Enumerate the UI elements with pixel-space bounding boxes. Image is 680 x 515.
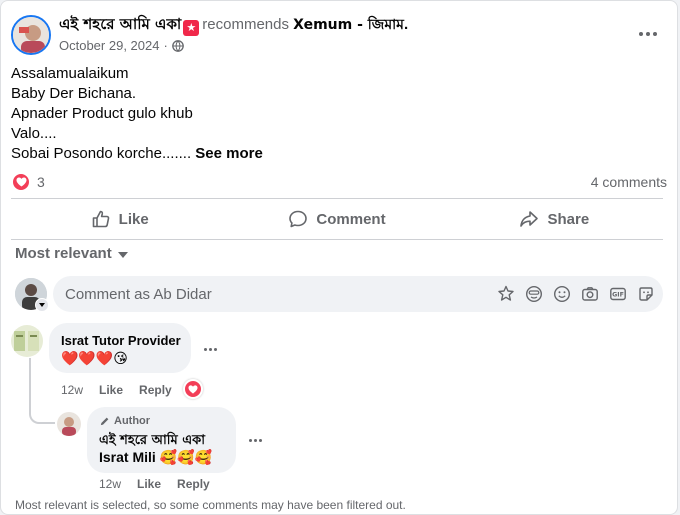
reply-time[interactable]: 12w (99, 477, 121, 491)
globe-icon[interactable] (171, 39, 184, 52)
smiley-icon[interactable] (552, 284, 571, 303)
reply-bubble: Author এই শহরে আমি একা Israt Mili 🥰🥰🥰 (87, 407, 236, 473)
comment-reply-button[interactable]: Reply (139, 383, 172, 397)
comment-bubble-icon (289, 210, 308, 228)
post-text-last-line: Sobai Posondo korche....... See more (11, 144, 263, 164)
love-reaction-icon[interactable] (11, 172, 31, 192)
reply-thread-line (29, 358, 55, 424)
divider (11, 198, 663, 199)
post-text-line: Valo.... (11, 125, 57, 142)
share-button-label: Share (547, 210, 590, 228)
reply-reply-button[interactable]: Reply (177, 477, 210, 491)
comment-button[interactable]: Comment (228, 200, 445, 238)
comment-bubble: Israt Tutor Provider ❤️❤️❤️😘 (49, 323, 191, 373)
comment-sort-dropdown[interactable]: Most relevant (15, 245, 128, 262)
comment-composer: GIF (53, 276, 663, 312)
thumbs-up-icon (92, 210, 109, 228)
post-text-line: Apnader Product gulo khub (11, 105, 193, 122)
reply-author-avatar[interactable] (57, 412, 81, 436)
comment-input[interactable] (65, 276, 485, 312)
filter-notice: Most relevant is selected, so some comme… (15, 498, 406, 512)
author-avatar[interactable] (11, 15, 51, 55)
meta-separator: · (163, 38, 168, 53)
recommended-page-name[interactable]: Xemum - জিমাম (293, 17, 404, 33)
reaction-count[interactable]: 3 (37, 174, 45, 190)
post-card: এই শহরে আমি একা ★ recommends Xemum - জিমাম… (0, 0, 678, 515)
camera-icon[interactable] (580, 284, 599, 303)
svg-text:GIF: GIF (612, 291, 624, 298)
comment-text: ❤️❤️❤️😘 (61, 350, 128, 366)
post-text-line: Sobai Posondo korche....... (11, 145, 192, 162)
like-button[interactable]: Like (11, 200, 228, 238)
chevron-down-icon (117, 252, 128, 258)
post-author-name[interactable]: এই শহরে আমি একা (59, 15, 181, 33)
heart-badge-icon: ★ (183, 20, 200, 36)
post-action-text: recommends (202, 16, 289, 33)
love-reaction-icon[interactable] (183, 379, 203, 399)
post-date[interactable]: October 29, 2024 (59, 38, 159, 53)
comment-options-button[interactable] (198, 339, 222, 359)
share-arrow-icon (520, 211, 539, 227)
see-more-link[interactable]: See more (195, 145, 263, 162)
pencil-icon (100, 417, 109, 425)
avatar-sticker-icon[interactable] (496, 284, 515, 303)
like-button-label: Like (118, 210, 149, 228)
post-text-line: Assalamualaikum (11, 65, 129, 82)
post-action-bar: Like Comment Share (11, 200, 663, 238)
comment-button-label: Comment (316, 210, 386, 228)
reply-like-button[interactable]: Like (137, 477, 161, 491)
comment-time[interactable]: 12w (61, 383, 83, 397)
post-meta: October 29, 2024 · (59, 38, 184, 53)
comments-count[interactable]: 4 comments (591, 174, 667, 190)
post-options-button[interactable] (633, 19, 663, 49)
comment-meta: 12w Like Reply (61, 383, 172, 397)
reactions-summary: 3 4 comments (11, 171, 667, 193)
composer-icons: GIF (496, 284, 655, 303)
divider (11, 239, 663, 240)
comment-like-button[interactable]: Like (99, 383, 123, 397)
reply-meta: 12w Like Reply (99, 477, 210, 491)
commenter-avatar[interactable] (11, 325, 43, 357)
page-suffix: . (403, 16, 409, 33)
post-text-line: Baby Der Bichana. (11, 85, 137, 102)
share-button[interactable]: Share (446, 200, 663, 238)
post-header-line: এই শহরে আমি একা ★ recommends Xemum - জিমাম… (59, 13, 408, 38)
gif-icon[interactable]: GIF (608, 284, 627, 303)
profile-switch-chevron-icon[interactable] (35, 298, 49, 312)
emoji-icon[interactable] (524, 284, 543, 303)
sticker-icon[interactable] (636, 284, 655, 303)
author-tag: Author (99, 415, 150, 427)
sort-label: Most relevant (15, 245, 112, 262)
post-text: Assalamualaikum Baby Der Bichana. Apnade… (11, 64, 263, 164)
author-tag-label: Author (114, 415, 151, 427)
commenter-name[interactable]: Israt Tutor Provider (61, 333, 181, 348)
reply-text: Israt Mili 🥰🥰🥰 (99, 449, 212, 465)
reply-options-button[interactable] (243, 430, 267, 450)
